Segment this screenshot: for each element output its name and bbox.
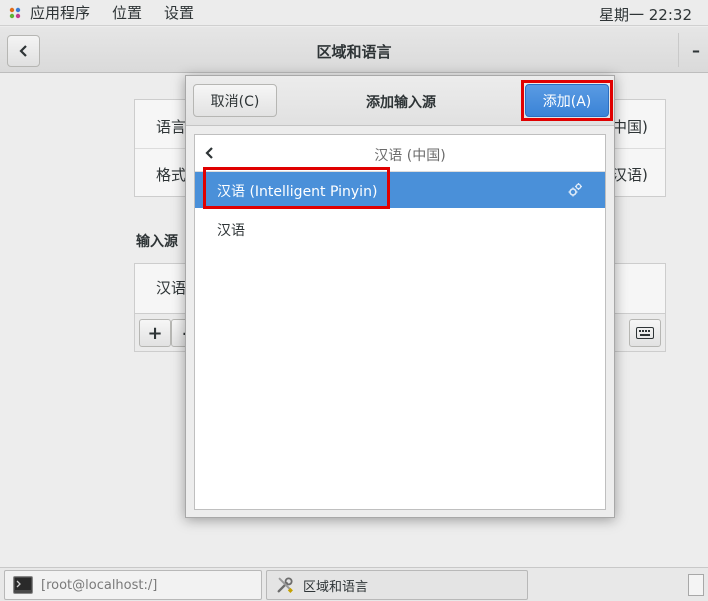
- taskbar-item-terminal[interactable]: [root@localhost:/]: [4, 570, 262, 600]
- language-label[interactable]: 语言: [156, 116, 186, 137]
- dialog-header: 取消(C) 添加输入源 添加(A): [186, 76, 614, 126]
- list-item-chinese[interactable]: 汉语: [195, 215, 605, 245]
- window-title: 区域和语言: [316, 43, 392, 61]
- gnome-foot-icon: [9, 7, 21, 18]
- clock[interactable]: 星期一 22:32: [599, 4, 692, 25]
- applications-menu-label: 应用程序: [30, 4, 91, 22]
- terminal-icon: [13, 576, 33, 594]
- list-item-label: 汉语: [217, 223, 245, 239]
- taskbar-item-label: [root@localhost:/]: [41, 577, 158, 593]
- window-list-taskbar: [root@localhost:/] 区域和语言: [0, 567, 708, 601]
- workspace-indicator[interactable]: [688, 574, 704, 596]
- taskbar-item-label: 区域和语言: [303, 579, 369, 595]
- language-value: 中国): [612, 118, 648, 136]
- header-separator: [678, 33, 679, 67]
- add-input-source-button[interactable]: +: [139, 319, 171, 347]
- minimize-button[interactable]: –: [692, 41, 700, 60]
- cancel-button[interactable]: 取消(C): [193, 84, 277, 117]
- dialog-title: 添加输入源: [366, 95, 436, 111]
- keyboard-layout-button[interactable]: [629, 319, 661, 347]
- formats-label[interactable]: 格式: [156, 164, 186, 185]
- input-source-item[interactable]: 汉语: [156, 277, 186, 298]
- places-menu[interactable]: 位置: [112, 2, 142, 23]
- keyboard-icon: [636, 327, 654, 339]
- formats-value: 汉语): [612, 166, 648, 184]
- tools-icon: [277, 577, 293, 593]
- top-panel: 应用程序 位置 设置 星期一 22:32: [0, 0, 708, 26]
- list-header-label: 汉语 (中国): [374, 148, 446, 164]
- settings-menu[interactable]: 设置: [164, 2, 194, 23]
- selection-highlight: [203, 167, 390, 209]
- add-button[interactable]: 添加(A): [525, 84, 609, 117]
- applications-menu[interactable]: 应用程序: [8, 2, 112, 23]
- taskbar-item-region-language[interactable]: 区域和语言: [266, 570, 528, 600]
- window-header: 区域和语言 –: [0, 27, 708, 73]
- add-input-source-dialog: 取消(C) 添加输入源 添加(A) 汉语 (中国) 汉语 (Intelligen…: [185, 75, 615, 518]
- input-sources-heading: 输入源: [136, 234, 178, 250]
- gear-icon: [568, 183, 582, 197]
